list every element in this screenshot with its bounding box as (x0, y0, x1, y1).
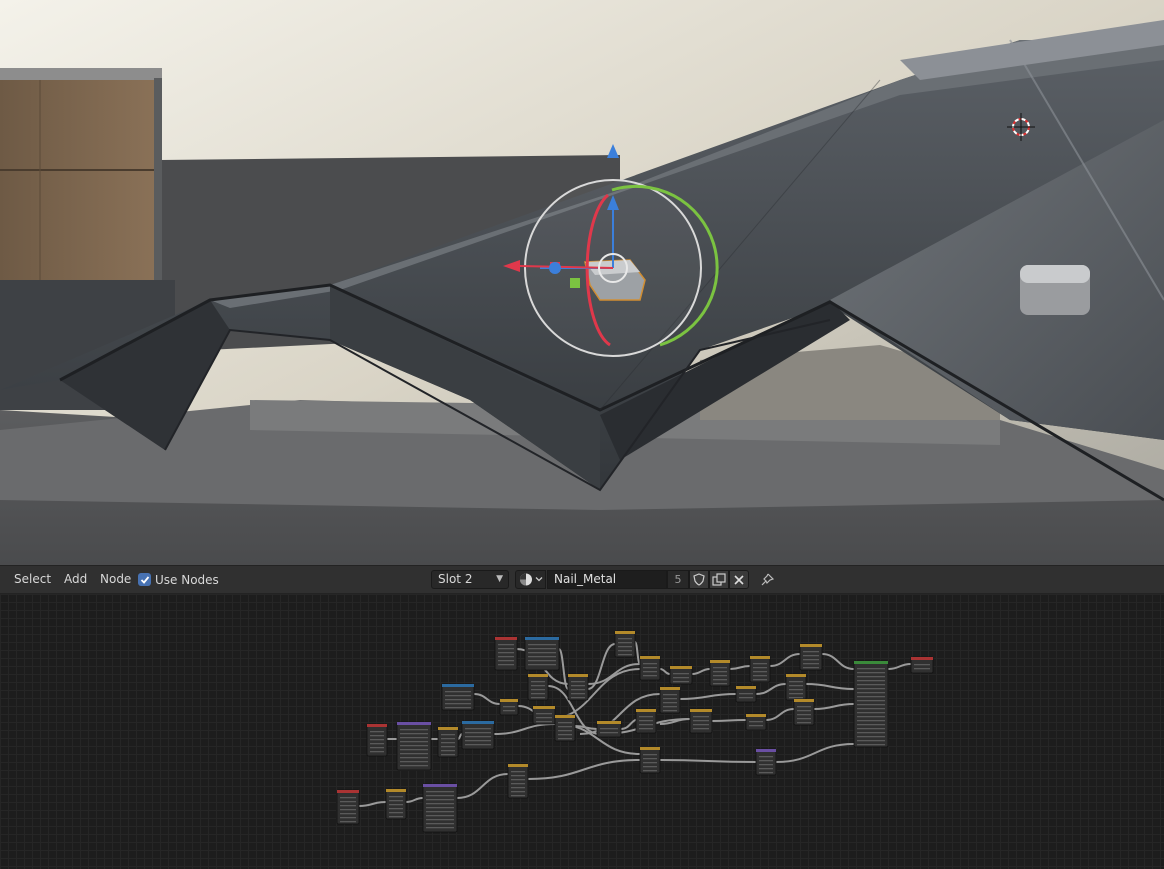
node-link (659, 759, 757, 763)
material-users-count[interactable]: 5 (667, 570, 689, 589)
node-graph (336, 630, 934, 833)
close-icon (734, 574, 744, 585)
node-link (813, 703, 855, 710)
select-menu[interactable]: Select (8, 566, 57, 593)
node-link (821, 653, 855, 670)
shader-node[interactable] (755, 748, 777, 776)
shader-node[interactable] (499, 698, 519, 716)
add-menu[interactable]: Add (58, 566, 93, 593)
pin-icon (761, 573, 774, 585)
material-name-field[interactable]: Nail_Metal (547, 570, 667, 589)
node-link (775, 743, 855, 763)
node-link (493, 723, 556, 735)
shader-node[interactable] (669, 665, 693, 685)
shader-node[interactable] (441, 683, 475, 711)
node-link (634, 641, 641, 665)
node-link (805, 683, 855, 690)
shader-node[interactable] (799, 643, 823, 671)
use-nodes-toggle[interactable]: Use Nodes (138, 566, 219, 593)
shader-node[interactable] (596, 720, 622, 738)
node-link (547, 668, 641, 720)
unlink-material-button[interactable] (729, 570, 749, 589)
shader-node[interactable] (532, 705, 556, 725)
shader-node[interactable] (635, 708, 657, 734)
pin-button[interactable] (758, 570, 776, 589)
shader-node[interactable] (745, 713, 767, 731)
node-link (769, 653, 801, 667)
node-link (887, 663, 912, 670)
shader-node[interactable] (735, 685, 757, 703)
node-link (456, 773, 509, 799)
node-link (527, 759, 641, 780)
node-link (679, 693, 737, 700)
shader-node[interactable] (527, 673, 549, 701)
shader-node[interactable] (385, 788, 407, 820)
shader-node[interactable] (554, 714, 576, 742)
shader-node[interactable] (524, 636, 560, 671)
shader-node[interactable] (709, 659, 731, 687)
shader-node[interactable] (910, 656, 934, 674)
shader-node[interactable] (689, 708, 713, 734)
shader-node[interactable] (336, 789, 360, 825)
shader-node[interactable] (785, 673, 807, 701)
chevron-down-icon: ▼ (496, 574, 503, 584)
node-link (691, 668, 711, 675)
use-nodes-checkbox[interactable] (138, 573, 151, 586)
duplicate-material-button[interactable] (709, 570, 729, 589)
use-nodes-label: Use Nodes (155, 572, 219, 587)
shader-node[interactable] (853, 660, 889, 748)
material-sphere-icon (520, 573, 543, 586)
node-link (405, 797, 424, 803)
shader-node[interactable] (614, 630, 636, 658)
3d-viewport[interactable] (0, 0, 1164, 565)
node-link (729, 665, 751, 670)
node-link (457, 733, 463, 740)
shader-node[interactable] (461, 720, 495, 750)
shader-node[interactable] (639, 746, 661, 774)
shield-icon (693, 573, 705, 586)
node-editor-canvas[interactable] (0, 594, 1164, 869)
shader-node[interactable] (437, 726, 459, 758)
node-editor-header: Select Add Node Use Nodes Slot 2 ▼ Nail_… (0, 565, 1164, 594)
slot-label: Slot 2 (438, 572, 473, 586)
node-link (755, 683, 787, 695)
duplicate-icon (712, 573, 726, 586)
slot-dropdown[interactable]: Slot 2 ▼ (431, 570, 509, 589)
shader-node[interactable] (567, 673, 589, 701)
shader-node[interactable] (507, 763, 529, 799)
shader-node[interactable] (749, 655, 771, 683)
node-link (659, 668, 671, 675)
node-link (473, 693, 501, 705)
fake-user-button[interactable] (689, 570, 709, 589)
shader-node[interactable] (396, 721, 432, 771)
shader-node[interactable] (366, 723, 388, 757)
node-link (358, 801, 387, 807)
shader-node[interactable] (793, 698, 815, 726)
shader-node[interactable] (659, 686, 681, 714)
material-browse-button[interactable] (515, 570, 546, 589)
viewport-scene (0, 0, 1164, 565)
shader-node[interactable] (639, 655, 661, 681)
node-menu[interactable]: Node (94, 566, 137, 593)
checkmark-icon (140, 575, 149, 584)
node-link (765, 708, 795, 721)
node-link (711, 719, 747, 722)
shader-node[interactable] (494, 636, 518, 671)
shader-node[interactable] (422, 783, 458, 833)
